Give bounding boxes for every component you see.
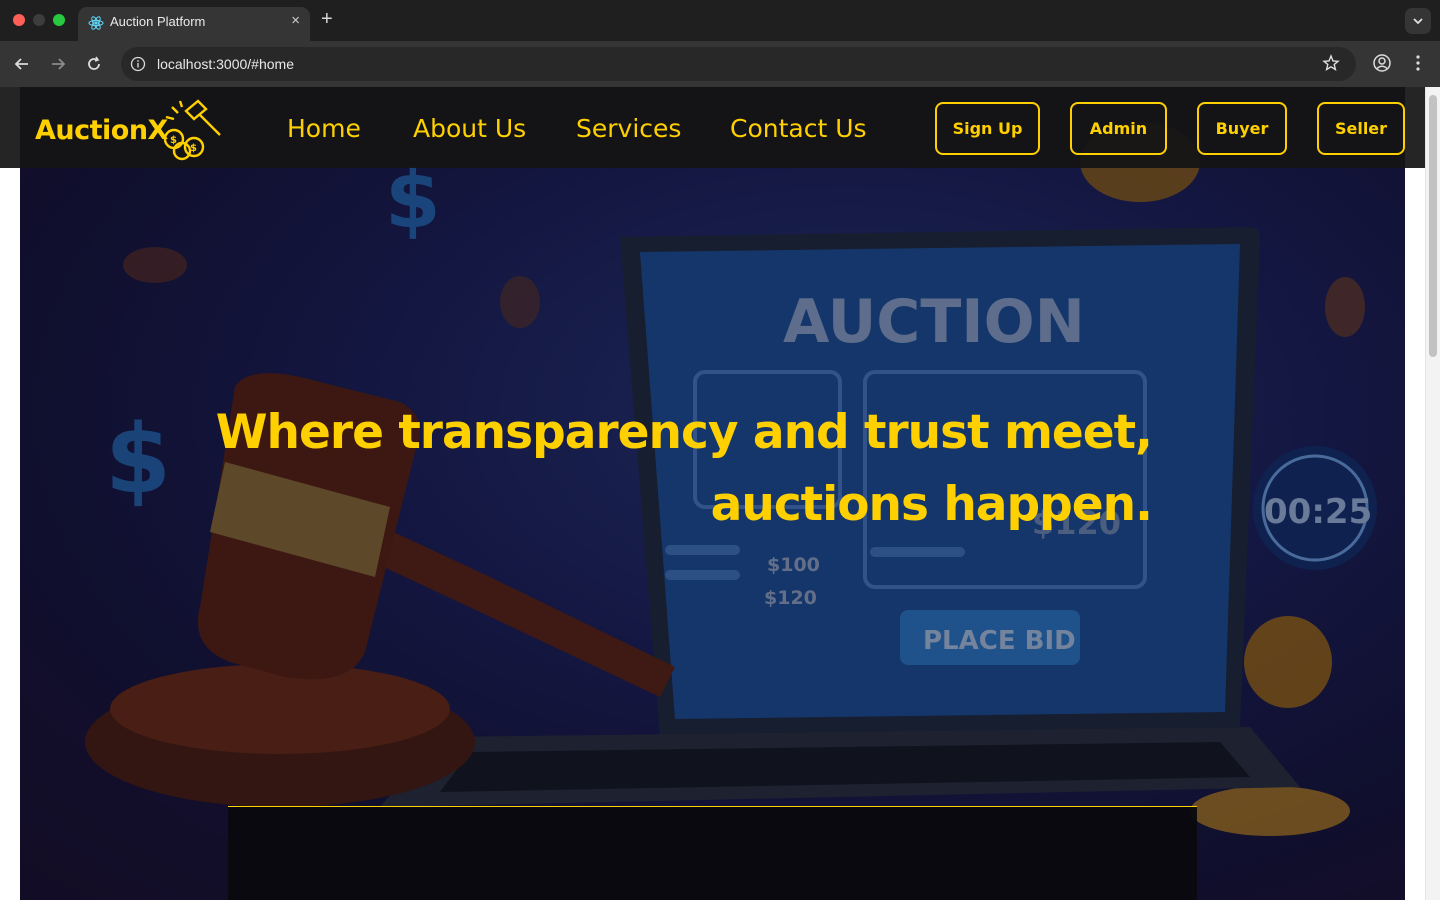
minimize-window-button[interactable] [33,14,45,26]
svg-text:$: $ [190,143,197,154]
browser-tab-bar: Auction Platform × + [0,0,1440,41]
nav-link-contact-us[interactable]: Contact Us [730,114,867,143]
site-navbar: AuctionX $ $ Home About Us Services Cont… [0,87,1425,168]
react-icon [88,16,104,30]
nav-link-services[interactable]: Services [576,114,681,143]
forward-arrow-icon[interactable] [47,53,69,75]
nav-link-about-us[interactable]: About Us [413,114,526,143]
bookmark-star-icon[interactable] [1322,54,1340,72]
nav-link-home[interactable]: Home [287,114,361,143]
profile-icon[interactable] [1372,53,1392,73]
site-info-icon[interactable] [130,56,146,72]
address-bar[interactable]: localhost:3000/#home [121,47,1356,81]
close-window-button[interactable] [13,14,25,26]
back-arrow-icon[interactable] [11,53,33,75]
buyer-button[interactable]: Buyer [1197,102,1287,155]
maximize-window-button[interactable] [53,14,65,26]
svg-text:$: $ [170,135,177,146]
browser-tab[interactable]: Auction Platform × [78,7,310,41]
hero-section: $ $ AUCTION $100 $120 $120 PLACE BID 00:… [20,87,1405,900]
browser-toolbar: localhost:3000/#home [0,41,1440,87]
sign-up-button[interactable]: Sign Up [935,102,1040,155]
hero-headline-line-2: auctions happen. [710,477,1153,532]
admin-button[interactable]: Admin [1070,102,1167,155]
gavel-coins-icon: $ $ [163,99,221,161]
tab-close-icon[interactable]: × [291,12,300,29]
page-viewport: $ $ AUCTION $100 $120 $120 PLACE BID 00:… [0,87,1440,900]
new-tab-button[interactable]: + [321,8,333,31]
scrollbar-thumb[interactable] [1429,95,1437,357]
url-text[interactable]: localhost:3000/#home [157,56,294,72]
site-logo[interactable]: AuctionX [35,115,168,146]
reload-icon[interactable] [83,53,105,75]
tab-search-button[interactable] [1405,8,1431,34]
hero-headline: Where transparency and trust meet, aucti… [215,397,1153,541]
tab-title: Auction Platform [110,14,206,29]
hero-headline-line-1: Where transparency and trust meet, [215,405,1153,460]
search-panel [228,806,1197,900]
more-menu-icon[interactable] [1408,53,1428,73]
chevron-down-icon [1413,18,1423,25]
seller-button[interactable]: Seller [1317,102,1405,155]
page-scrollbar[interactable] [1425,87,1440,900]
